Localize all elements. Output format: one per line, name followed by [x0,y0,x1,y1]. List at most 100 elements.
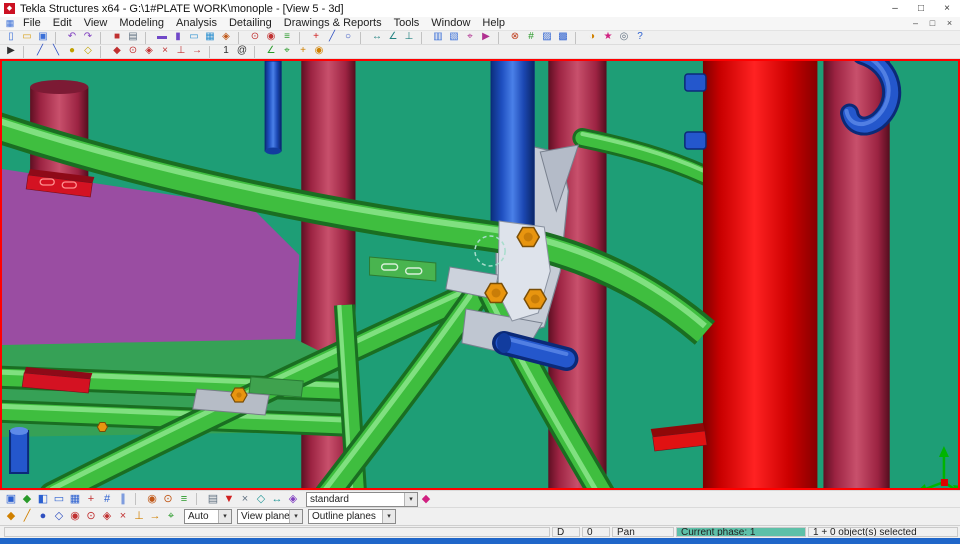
fit-work-area-icon[interactable]: ⌖ [462,31,478,44]
construction-line-icon[interactable]: ╱ [324,31,340,44]
snap-mid-toggle-icon[interactable]: ◈ [99,509,115,524]
mdi-minimize-button[interactable]: – [907,17,924,30]
create-point-icon[interactable]: + [308,31,324,44]
relative-coordinate-icon[interactable]: @ [234,45,250,58]
create-beam-icon[interactable]: ▬ [154,31,170,44]
chevron-down-icon[interactable]: ▾ [382,510,395,523]
blue-cylinder-vertical[interactable] [490,61,535,238]
menu-item-help[interactable]: Help [476,17,511,30]
mdi-close-button[interactable]: × [941,17,958,30]
rotation-combo[interactable]: Outline planes ▾ [308,509,396,524]
select-surfaces-icon[interactable]: ▦ [67,492,83,507]
select-components-icon[interactable]: ◆ [19,492,35,507]
snap-reference-lines-icon[interactable]: ╱ [32,45,48,58]
undo-icon[interactable]: ↶ [64,31,80,44]
open-model-icon[interactable]: ▭ [19,31,35,44]
create-bolt-icon[interactable]: ⊙ [247,31,263,44]
blue-tube-slim-top[interactable] [264,61,282,155]
selection-filter-combo[interactable]: standard ▾ [306,491,418,507]
maximize-button[interactable]: □ [908,0,934,17]
smart-select-icon[interactable]: ▶ [3,45,19,58]
snap-override-icon[interactable]: ⌖ [279,45,295,58]
help-icon[interactable]: ? [632,31,648,44]
numbering-icon[interactable]: # [523,31,539,44]
snap-any-toggle-icon[interactable]: ◇ [51,509,67,524]
menu-item-file[interactable]: File [17,17,47,30]
create-plate-icon[interactable]: ▭ [186,31,202,44]
menu-item-window[interactable]: Window [425,17,476,30]
chevron-down-icon[interactable]: ▾ [218,510,231,523]
measure-bolt-icon[interactable]: ⊥ [401,31,417,44]
new-model-icon[interactable]: ▯ [3,31,19,44]
view-list-icon[interactable]: ▥ [430,31,446,44]
snap-points-toggle-icon[interactable]: ◆ [3,509,19,524]
mdi-restore-button[interactable]: □ [924,17,941,30]
snap-lines-toggle-icon[interactable]: ╱ [19,509,35,524]
viewport-3d[interactable] [0,59,960,490]
clash-check-icon[interactable]: ⊗ [507,31,523,44]
menu-item-view[interactable]: View [78,17,114,30]
measure-angle-icon[interactable]: ∠ [385,31,401,44]
save-model-icon[interactable]: ▣ [35,31,51,44]
interrupt-icon[interactable]: ■ [109,31,125,44]
snap-depth-toggle-icon[interactable]: ⌖ [163,509,179,524]
snap-end-points-icon[interactable]: ◆ [109,45,125,58]
select-grid-lines-icon[interactable]: ∥ [115,492,131,507]
numeric-location-icon[interactable]: 1 [218,45,234,58]
minimize-button[interactable]: – [882,0,908,17]
create-column-icon[interactable]: ▮ [170,31,186,44]
chevron-down-icon[interactable]: ▾ [289,510,302,523]
snap-center-toggle-icon[interactable]: ⊙ [83,509,99,524]
select-bolts-icon[interactable]: ⊙ [160,492,176,507]
view-window-icon[interactable]: ▦ [3,18,17,29]
create-report-icon[interactable]: ▩ [555,31,571,44]
menu-item-analysis[interactable]: Analysis [170,17,223,30]
snap-nearest-point-icon[interactable]: ● [64,45,80,58]
snap-center-points-icon[interactable]: ⊙ [125,45,141,58]
plane-combo[interactable]: View plane ▾ [237,509,303,524]
select-welds-icon[interactable]: ◉ [144,492,160,507]
select-loads-icon[interactable]: ▼ [221,492,237,507]
select-distances-icon[interactable]: ↔ [269,492,285,507]
snap-end-toggle-icon[interactable]: ◉ [67,509,83,524]
snap-intersection-points-icon[interactable]: × [157,45,173,58]
menu-item-tools[interactable]: Tools [388,17,426,30]
depth-combo[interactable]: Auto ▾ [184,509,232,524]
select-points-icon[interactable]: + [83,492,99,507]
select-objects-in-components-icon[interactable]: ◈ [285,492,301,507]
menu-item-drawings-reports[interactable]: Drawings & Reports [278,17,388,30]
select-cuts-icon[interactable]: × [237,492,253,507]
snap-line-extension-icon[interactable]: → [189,45,205,58]
construction-circle-icon[interactable]: ○ [340,31,356,44]
red-cylinder-column[interactable] [702,61,818,488]
menu-item-edit[interactable]: Edit [47,17,78,30]
snap-settings-icon[interactable]: ◉ [311,45,327,58]
redo-icon[interactable]: ↷ [80,31,96,44]
create-item-icon[interactable]: ◈ [218,31,234,44]
select-planes-icon[interactable]: ◇ [253,492,269,507]
snap-extension-toggle-icon[interactable]: → [147,509,163,524]
select-views-icon[interactable]: ▤ [205,492,221,507]
snap-intersection-toggle-icon[interactable]: × [115,509,131,524]
select-grids-icon[interactable]: # [99,492,115,507]
snap-mid-points-icon[interactable]: ◈ [141,45,157,58]
snap-nearest-toggle-icon[interactable]: ● [35,509,51,524]
drawing-list-icon[interactable]: ▨ [539,31,555,44]
create-panel-icon[interactable]: ▦ [202,31,218,44]
temporary-reference-point-icon[interactable]: + [295,45,311,58]
select-all-icon[interactable]: ▣ [3,492,19,507]
snap-perpendicular-points-icon[interactable]: ⊥ [173,45,189,58]
select-reinforcement-icon[interactable]: ≡ [176,492,192,507]
selection-filter-settings-icon[interactable]: ◆ [418,492,434,507]
taskbar-sliver[interactable] [0,538,960,544]
component-catalog-icon[interactable]: ★ [600,31,616,44]
menu-item-modeling[interactable]: Modeling [113,17,170,30]
phase-manager-icon[interactable]: ◑ [584,31,600,44]
select-assemblies-icon[interactable]: ◧ [35,492,51,507]
ortho-snap-icon[interactable]: ∠ [263,45,279,58]
snap-perpendicular-toggle-icon[interactable]: ⊥ [131,509,147,524]
snap-geometry-lines-icon[interactable]: ╲ [48,45,64,58]
snap-any-position-icon[interactable]: ◇ [80,45,96,58]
orange-bolt-small-left[interactable] [96,422,109,432]
create-rebar-icon[interactable]: ≡ [279,31,295,44]
